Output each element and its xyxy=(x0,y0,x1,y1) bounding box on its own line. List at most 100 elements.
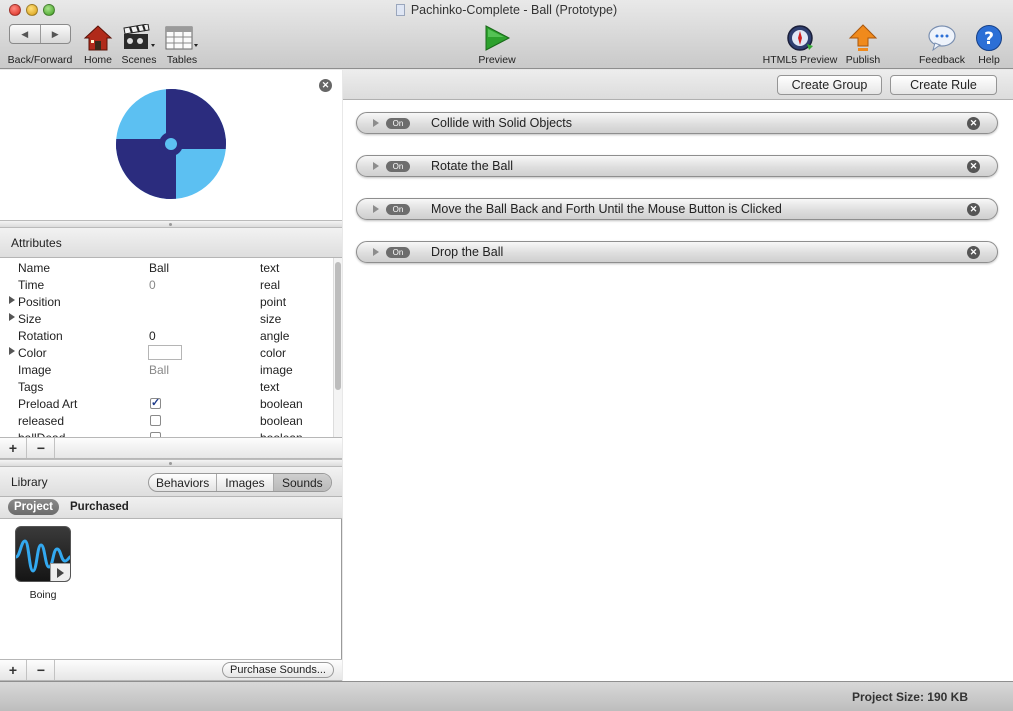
delete-rule-button[interactable]: ✕ xyxy=(967,246,980,259)
disclosure-triangle-icon[interactable] xyxy=(9,313,15,321)
rule-name[interactable]: Move the Ball Back and Forth Until the M… xyxy=(431,202,782,216)
forward-button[interactable]: ▶ xyxy=(39,25,71,43)
add-attribute-button[interactable]: + xyxy=(0,438,27,458)
attr-name: Name xyxy=(18,261,51,275)
released-checkbox[interactable] xyxy=(150,415,161,426)
create-group-button[interactable]: Create Group xyxy=(777,75,882,95)
window-title: Pachinko-Complete - Ball (Prototype) xyxy=(0,3,1013,17)
attributes-title: Attributes xyxy=(11,236,62,250)
tables-label: Tables xyxy=(166,54,198,66)
rule-name[interactable]: Collide with Solid Objects xyxy=(431,116,572,130)
preload-art-checkbox[interactable]: ✓ xyxy=(150,398,161,409)
tab-images[interactable]: Images xyxy=(216,474,272,491)
play-icon xyxy=(485,25,511,51)
remove-attribute-button[interactable]: − xyxy=(28,438,55,458)
preview-splitter[interactable] xyxy=(0,220,342,228)
rule-name[interactable]: Drop the Ball xyxy=(431,245,503,259)
expand-triangle-icon[interactable] xyxy=(373,119,379,127)
back-forward-label: Back/Forward xyxy=(7,54,73,66)
tables-button[interactable]: Tables xyxy=(164,24,200,66)
remove-library-item-button[interactable]: − xyxy=(28,660,55,680)
attr-type: angle xyxy=(260,329,290,343)
expand-triangle-icon[interactable] xyxy=(373,162,379,170)
window-title-text: Pachinko-Complete - Ball (Prototype) xyxy=(410,3,618,17)
delete-rule-button[interactable]: ✕ xyxy=(967,203,980,216)
library-title: Library xyxy=(11,475,48,489)
color-swatch[interactable] xyxy=(148,345,182,360)
attr-row-position[interactable]: Position point xyxy=(0,293,332,310)
rule-row[interactable]: On Rotate the Ball ✕ xyxy=(356,155,998,177)
preview-button[interactable]: Preview xyxy=(478,24,516,66)
attr-row-name[interactable]: Name Ball text xyxy=(0,259,332,276)
scenes-button[interactable]: Scenes xyxy=(121,24,157,66)
attr-name: Tags xyxy=(18,380,44,394)
rule-on-toggle[interactable]: On xyxy=(386,161,410,172)
attr-type: boolean xyxy=(260,414,303,428)
library-tabs: Behaviors Images Sounds xyxy=(148,473,332,492)
attr-row-preload-art[interactable]: Preload Art ✓ boolean xyxy=(0,395,332,412)
close-preview-button[interactable]: ✕ xyxy=(319,79,332,92)
disclosure-triangle-icon[interactable] xyxy=(9,347,15,355)
rule-row[interactable]: On Move the Ball Back and Forth Until th… xyxy=(356,198,998,220)
attr-name: Size xyxy=(18,312,42,326)
attr-type: text xyxy=(260,380,280,394)
expand-triangle-icon[interactable] xyxy=(373,248,379,256)
rule-on-toggle[interactable]: On xyxy=(386,247,410,258)
play-sound-button[interactable] xyxy=(50,563,70,581)
scope-project[interactable]: Project xyxy=(8,499,59,515)
tab-behaviors[interactable]: Behaviors xyxy=(149,474,216,491)
rule-row[interactable]: On Drop the Ball ✕ xyxy=(356,241,998,263)
create-rule-button[interactable]: Create Rule xyxy=(890,75,997,95)
rules-toolbar: Create Group Create Rule xyxy=(343,70,1013,100)
attr-name: Position xyxy=(18,295,61,309)
help-label: Help xyxy=(978,54,1000,66)
attr-value[interactable]: Ball xyxy=(149,363,169,377)
document-icon xyxy=(395,4,405,16)
delete-rule-button[interactable]: ✕ xyxy=(967,117,980,130)
attr-row-balldead[interactable]: ballDead boolean xyxy=(0,429,332,437)
scrollbar-thumb[interactable] xyxy=(335,262,341,390)
attributes-list: Name Ball text Time 0 real Position poin… xyxy=(0,258,332,437)
expand-triangle-icon[interactable] xyxy=(373,205,379,213)
attr-value[interactable]: Ball xyxy=(149,261,169,275)
attributes-header: Attributes xyxy=(0,228,342,258)
attr-name: Preload Art xyxy=(18,397,78,411)
rule-on-toggle[interactable]: On xyxy=(386,118,410,129)
help-button[interactable]: ? Help xyxy=(974,24,1004,66)
html5-preview-button[interactable]: HTML5 Preview xyxy=(763,24,837,66)
library-splitter[interactable] xyxy=(0,459,342,467)
publish-label: Publish xyxy=(845,54,881,66)
actor-preview: ✕ xyxy=(0,70,342,220)
rule-row[interactable]: On Collide with Solid Objects ✕ xyxy=(356,112,998,134)
sound-item-boing[interactable] xyxy=(15,526,71,582)
tab-sounds[interactable]: Sounds xyxy=(272,474,331,491)
attr-row-tags[interactable]: Tags text xyxy=(0,378,332,395)
attributes-scrollbar[interactable] xyxy=(333,258,342,437)
compass-icon xyxy=(787,25,813,51)
attr-row-image[interactable]: Image Ball image xyxy=(0,361,332,378)
attr-type: image xyxy=(260,363,293,377)
speech-bubble-icon xyxy=(928,25,956,52)
attr-name: Rotation xyxy=(18,329,63,343)
library-scope-bar: Project Purchased xyxy=(0,497,342,519)
purchase-sounds-button[interactable]: Purchase Sounds... xyxy=(222,662,334,678)
publish-button[interactable]: Publish xyxy=(845,24,881,66)
html5-preview-label: HTML5 Preview xyxy=(762,54,838,66)
scenes-label: Scenes xyxy=(121,54,157,66)
back-button[interactable]: ◀ xyxy=(10,25,40,43)
attr-row-rotation[interactable]: Rotation 0 angle xyxy=(0,327,332,344)
home-button[interactable]: Home xyxy=(83,24,113,66)
add-library-item-button[interactable]: + xyxy=(0,660,27,680)
attr-row-released[interactable]: released boolean xyxy=(0,412,332,429)
attr-row-size[interactable]: Size size xyxy=(0,310,332,327)
rule-on-toggle[interactable]: On xyxy=(386,204,410,215)
attr-row-color[interactable]: Color color xyxy=(0,344,332,361)
delete-rule-button[interactable]: ✕ xyxy=(967,160,980,173)
attr-row-time[interactable]: Time 0 real xyxy=(0,276,332,293)
attr-value[interactable]: 0 xyxy=(149,329,156,343)
rule-name[interactable]: Rotate the Ball xyxy=(431,159,513,173)
feedback-button[interactable]: Feedback xyxy=(919,24,965,66)
window-toolbar: Pachinko-Complete - Ball (Prototype) ◀ ▶… xyxy=(0,0,1013,69)
disclosure-triangle-icon[interactable] xyxy=(9,296,15,304)
scope-purchased[interactable]: Purchased xyxy=(64,499,135,515)
